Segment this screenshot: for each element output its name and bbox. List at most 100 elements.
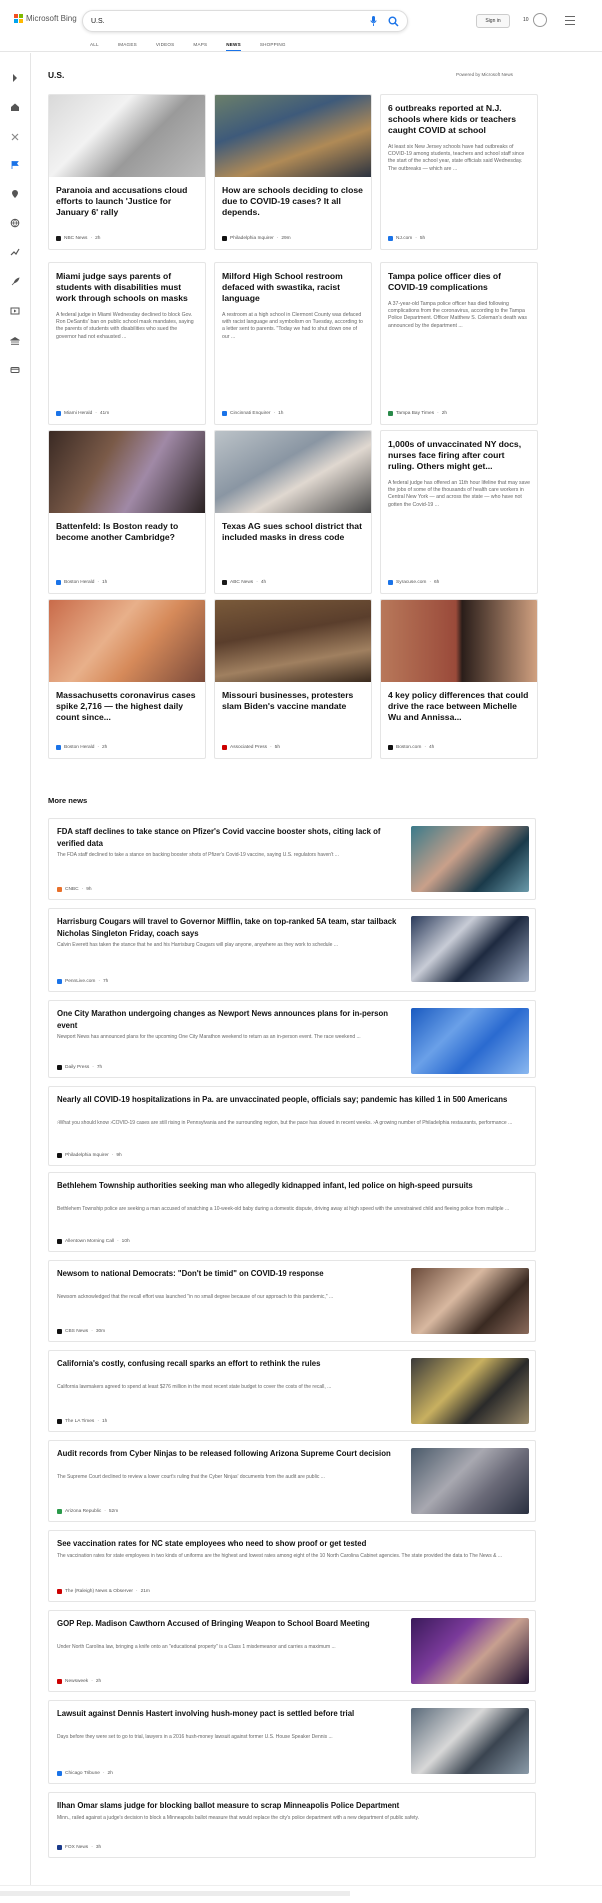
hamburger-menu-icon[interactable]: [565, 16, 575, 27]
news-card[interactable]: 4 key policy differences that could driv…: [380, 599, 538, 759]
news-item-thumbnail[interactable]: [411, 1448, 529, 1514]
news-card-source[interactable]: Boston.com · 4h: [388, 745, 434, 750]
rocket-icon[interactable]: [10, 274, 20, 286]
flag-icon[interactable]: [10, 157, 20, 169]
tools-icon[interactable]: [10, 129, 20, 141]
news-card-source[interactable]: NBC News · 2h: [56, 236, 100, 241]
news-list-item[interactable]: Newsom to national Democrats: "Don't be …: [48, 1260, 536, 1342]
news-card-title[interactable]: Miami judge says parents of students wit…: [56, 271, 198, 304]
tab-maps[interactable]: MAPS: [193, 42, 207, 51]
sign-in-button[interactable]: Sign in: [476, 14, 510, 28]
news-item-title[interactable]: Bethlehem Township authorities seeking m…: [57, 1180, 525, 1192]
news-item-title[interactable]: Newsom to national Democrats: "Don't be …: [57, 1268, 397, 1280]
news-card-source[interactable]: Philadelphia Inquirer · 29m: [222, 236, 291, 241]
news-card[interactable]: Miami judge says parents of students wit…: [48, 262, 206, 425]
news-card-image[interactable]: [49, 600, 205, 682]
microphone-icon[interactable]: [370, 16, 377, 27]
news-item-title[interactable]: Ilhan Omar slams judge for blocking ball…: [57, 1800, 525, 1812]
news-card-title[interactable]: Missouri businesses, protesters slam Bid…: [222, 690, 364, 712]
news-card-source[interactable]: ABC News · 4h: [222, 580, 266, 585]
news-card-title[interactable]: 1,000s of unvaccinated NY docs, nurses f…: [388, 439, 530, 472]
news-list-item[interactable]: Lawsuit against Dennis Hastert involving…: [48, 1700, 536, 1784]
news-item-thumbnail[interactable]: [411, 916, 529, 982]
news-card-title[interactable]: Battenfeld: Is Boston ready to become an…: [56, 521, 198, 543]
news-item-title[interactable]: GOP Rep. Madison Cawthorn Accused of Bri…: [57, 1618, 397, 1630]
news-item-source[interactable]: Chicago Tribune · 2h: [57, 1771, 113, 1776]
news-card-source[interactable]: Syracuse.com · 6h: [388, 580, 439, 585]
news-list-item[interactable]: California's costly, confusing recall sp…: [48, 1350, 536, 1432]
news-list-item[interactable]: One City Marathon undergoing changes as …: [48, 1000, 536, 1078]
search-box[interactable]: [82, 10, 408, 32]
news-card-title[interactable]: Paranoia and accusations cloud efforts t…: [56, 185, 198, 218]
tab-news[interactable]: NEWS: [226, 42, 241, 51]
news-item-thumbnail[interactable]: [411, 1008, 529, 1074]
news-card-source[interactable]: Tampa Bay Times · 2h: [388, 411, 447, 416]
news-item-source[interactable]: Daily Press · 7h: [57, 1065, 102, 1070]
news-list-item[interactable]: See vaccination rates for NC state emplo…: [48, 1530, 536, 1602]
news-item-title[interactable]: FDA staff declines to take stance on Pfi…: [57, 826, 397, 849]
bing-logo[interactable]: Microsoft Bing: [14, 14, 77, 23]
news-item-source[interactable]: The LA Times · 1h: [57, 1419, 107, 1424]
news-card[interactable]: Missouri businesses, protesters slam Bid…: [214, 599, 372, 759]
news-card-source[interactable]: Cincinnati Enquirer · 1h: [222, 411, 283, 416]
news-item-source[interactable]: CBS News · 30m: [57, 1329, 105, 1334]
news-card-title[interactable]: How are schools deciding to close due to…: [222, 185, 364, 218]
news-list-item[interactable]: Nearly all COVID-19 hospitalizations in …: [48, 1086, 536, 1166]
news-card-source[interactable]: Miami Herald · 41m: [56, 411, 109, 416]
news-card-image[interactable]: [215, 95, 371, 177]
news-item-source[interactable]: FOX News · 3h: [57, 1845, 101, 1850]
news-card-title[interactable]: Massachusetts coronavirus cases spike 2,…: [56, 690, 198, 723]
news-list-item[interactable]: Bethlehem Township authorities seeking m…: [48, 1172, 536, 1252]
tab-shopping[interactable]: SHOPPING: [260, 42, 286, 51]
trophy-icon[interactable]: [533, 13, 547, 27]
location-icon[interactable]: [10, 186, 20, 198]
news-card-title[interactable]: Texas AG sues school district that inclu…: [222, 521, 364, 543]
news-item-thumbnail[interactable]: [411, 1708, 529, 1774]
news-card-image[interactable]: [49, 95, 205, 177]
news-list-item[interactable]: GOP Rep. Madison Cawthorn Accused of Bri…: [48, 1610, 536, 1692]
news-item-title[interactable]: Nearly all COVID-19 hospitalizations in …: [57, 1094, 525, 1106]
search-input[interactable]: [91, 15, 351, 28]
news-list-item[interactable]: FDA staff declines to take stance on Pfi…: [48, 818, 536, 900]
news-item-thumbnail[interactable]: [411, 1618, 529, 1684]
bank-icon[interactable]: [9, 333, 21, 345]
news-list-item[interactable]: Ilhan Omar slams judge for blocking ball…: [48, 1792, 536, 1858]
news-card[interactable]: Milford High School restroom defaced wit…: [214, 262, 372, 425]
home-icon[interactable]: [10, 99, 20, 111]
chevron-right-icon[interactable]: [10, 70, 20, 82]
news-card-title[interactable]: 6 outbreaks reported at N.J. schools whe…: [388, 103, 530, 136]
news-card-image[interactable]: [49, 431, 205, 513]
news-card-image[interactable]: [215, 431, 371, 513]
news-card[interactable]: How are schools deciding to close due to…: [214, 94, 372, 250]
news-item-thumbnail[interactable]: [411, 1358, 529, 1424]
news-list-item[interactable]: Audit records from Cyber Ninjas to be re…: [48, 1440, 536, 1522]
news-item-source[interactable]: Philadelphia Inquirer · 9h: [57, 1153, 122, 1158]
news-item-title[interactable]: Lawsuit against Dennis Hastert involving…: [57, 1708, 397, 1720]
news-item-thumbnail[interactable]: [411, 1268, 529, 1334]
news-item-source[interactable]: The (Raleigh) News & Observer · 21m: [57, 1589, 150, 1594]
film-icon[interactable]: [10, 303, 20, 315]
news-item-source[interactable]: CNBC · 9h: [57, 887, 92, 892]
news-item-title[interactable]: One City Marathon undergoing changes as …: [57, 1008, 397, 1031]
news-item-source[interactable]: Newsweek · 2h: [57, 1679, 101, 1684]
rewards-points[interactable]: 10: [523, 17, 529, 23]
news-item-thumbnail[interactable]: [411, 826, 529, 892]
tab-images[interactable]: IMAGES: [118, 42, 137, 51]
news-card-source[interactable]: Boston Herald · 1h: [56, 580, 107, 585]
tab-videos[interactable]: VIDEOS: [156, 42, 175, 51]
news-item-source[interactable]: PennLive.com · 7h: [57, 979, 108, 984]
news-item-title[interactable]: California's costly, confusing recall sp…: [57, 1358, 397, 1370]
news-item-source[interactable]: Allentown Morning Call · 10h: [57, 1239, 130, 1244]
card-icon[interactable]: [10, 362, 20, 373]
globe-icon[interactable]: [10, 215, 20, 228]
news-item-source[interactable]: Arizona Republic · 52m: [57, 1509, 118, 1514]
news-card-image[interactable]: [381, 600, 537, 682]
news-item-title[interactable]: Audit records from Cyber Ninjas to be re…: [57, 1448, 397, 1460]
news-card[interactable]: Paranoia and accusations cloud efforts t…: [48, 94, 206, 250]
news-list-item[interactable]: Harrisburg Cougars will travel to Govern…: [48, 908, 536, 992]
trending-icon[interactable]: [10, 244, 20, 256]
news-card-source[interactable]: NJ.com · 5h: [388, 236, 425, 241]
news-card[interactable]: Texas AG sues school district that inclu…: [214, 430, 372, 594]
news-card-source[interactable]: Boston Herald · 2h: [56, 745, 107, 750]
news-card[interactable]: Battenfeld: Is Boston ready to become an…: [48, 430, 206, 594]
